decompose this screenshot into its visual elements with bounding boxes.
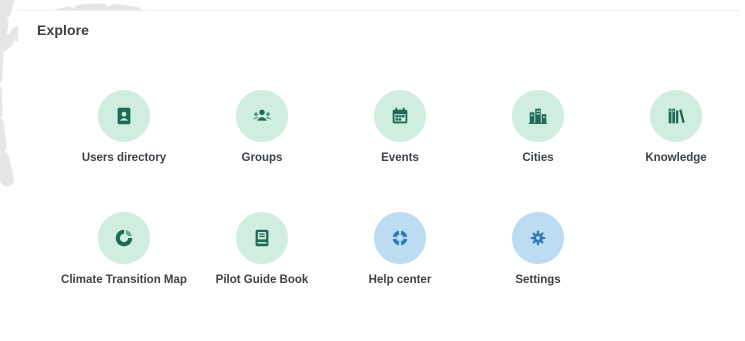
cities-icon-circle [512, 90, 564, 142]
tile-label: Knowledge [645, 152, 707, 164]
tile-groups[interactable]: Groups [192, 90, 332, 166]
transition-map-icon [115, 229, 133, 247]
tile-users-directory[interactable]: Users directory [54, 90, 194, 166]
events-icon-circle [374, 90, 426, 142]
groups-icon-circle [236, 90, 288, 142]
tile-knowledge[interactable]: Knowledge [606, 90, 745, 166]
gear-icon [530, 230, 546, 246]
settings-icon-circle [512, 212, 564, 264]
calendar-icon [392, 107, 408, 124]
address-book-icon [117, 107, 131, 125]
books-icon [668, 108, 685, 124]
knowledge-icon-circle [650, 90, 702, 142]
tile-help-center[interactable]: Help center [330, 212, 470, 288]
guide-book-icon [255, 229, 269, 247]
tile-settings[interactable]: Settings [468, 212, 608, 288]
tile-pilot-guide-book[interactable]: Pilot Guide Book [192, 212, 332, 288]
tile-label: Settings [515, 274, 561, 286]
tile-label: Help center [368, 274, 432, 286]
tile-label: Cities [522, 152, 554, 164]
tile-cities[interactable]: Cities [468, 90, 608, 166]
tile-climate-transition-map[interactable]: Climate Transition Map [54, 212, 194, 288]
tile-label: Users directory [81, 152, 167, 164]
tile-label: Events [381, 152, 419, 164]
tile-events[interactable]: Events [330, 90, 470, 166]
help-center-icon-circle [374, 212, 426, 264]
tile-label: Pilot Guide Book [215, 274, 309, 286]
tile-label: Groups [241, 152, 283, 164]
guide-book-icon-circle [236, 212, 288, 264]
lifebuoy-icon [392, 230, 408, 246]
city-buildings-icon [528, 108, 548, 124]
users-directory-icon-circle [98, 90, 150, 142]
users-group-icon [252, 109, 272, 121]
explore-grid: Users directory Groups Events Cities Kno… [0, 0, 745, 341]
climate-map-icon-circle [98, 212, 150, 264]
tile-label: Climate Transition Map [61, 274, 187, 286]
